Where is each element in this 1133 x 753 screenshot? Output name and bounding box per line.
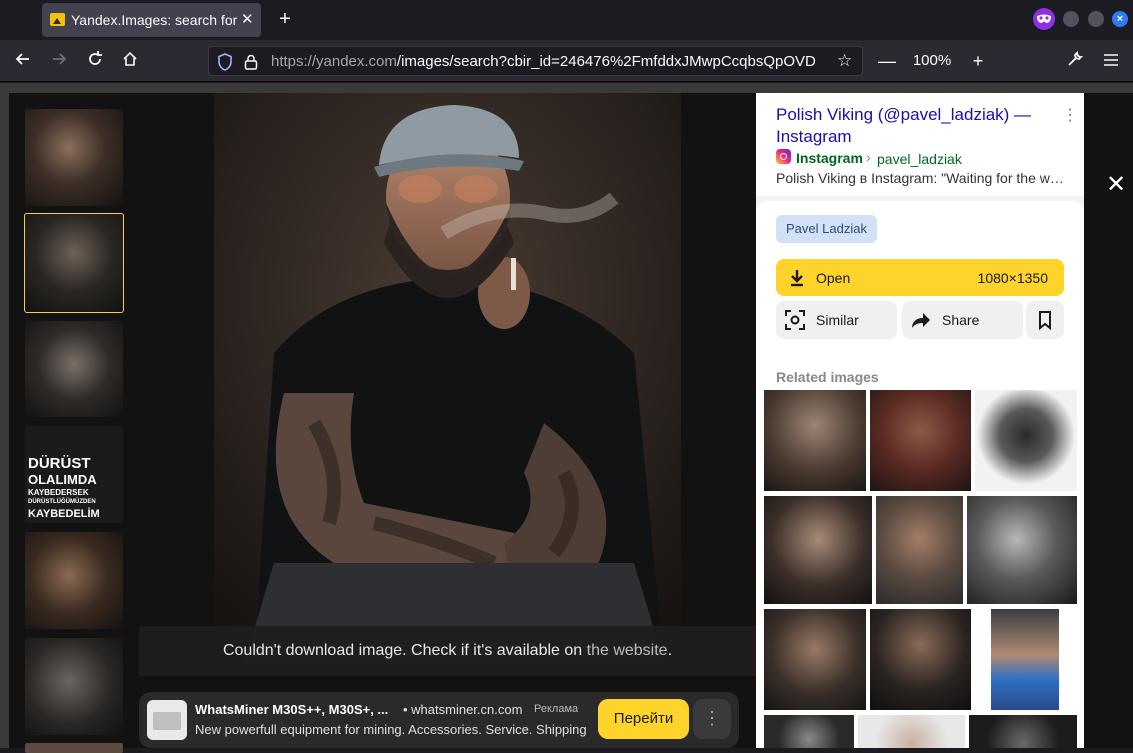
main-image[interactable] <box>214 93 681 663</box>
close-viewer-icon[interactable]: ✕ <box>1104 173 1128 197</box>
source-title-link[interactable]: Polish Viking (@pavel_ladziak) — Instagr… <box>776 104 1056 148</box>
wrench-icon[interactable] <box>1064 50 1086 72</box>
download-icon <box>791 270 803 287</box>
similar-label: Similar <box>816 312 859 328</box>
url-text[interactable]: https://yandex.com/images/search?cbir_id… <box>271 53 829 70</box>
instagram-icon <box>776 149 791 164</box>
star-icon[interactable]: ☆ <box>837 51 852 71</box>
zoom-out-button[interactable]: — <box>876 50 898 72</box>
tab-bar: Yandex.Images: search for ✕ + × <box>0 0 1133 40</box>
breadcrumb-separator: › <box>866 149 871 165</box>
tab-title: Yandex.Images: search for <box>71 12 238 28</box>
forward-icon[interactable] <box>48 50 70 72</box>
thumbnail-1[interactable] <box>25 109 123 206</box>
thumb-text-line-3: KAYBEDERSEK <box>28 488 89 497</box>
page-background: DÜRÜST OLALIMDA KAYBEDERSEK DÜRÜSTLÜĞÜMÜ… <box>0 83 1133 753</box>
share-button[interactable]: Share <box>902 301 1023 339</box>
ad-description: New powerfull equipment for mining. Acce… <box>195 722 587 737</box>
minimize-button[interactable] <box>1063 11 1079 27</box>
ad-more-options-icon[interactable]: ⋮ <box>693 699 731 739</box>
more-options-icon[interactable]: ⋮ <box>1062 105 1078 125</box>
error-text: Couldn't download image. Check if it's a… <box>222 642 583 659</box>
thumbnail-4[interactable]: DÜRÜST OLALIMDA KAYBEDERSEK DÜRÜSTLÜĞÜMÜ… <box>25 426 123 523</box>
open-label: Open <box>816 270 851 286</box>
source-snippet: Polish Viking в Instagram: "Waiting for … <box>776 170 1068 186</box>
related-image-5[interactable] <box>876 496 963 604</box>
thumbnail-7[interactable] <box>25 743 123 753</box>
related-image-7[interactable] <box>764 609 866 710</box>
source-header: Polish Viking (@pavel_ladziak) — Instagr… <box>756 93 1084 196</box>
ad-label: Реклама <box>534 703 579 715</box>
related-image-4[interactable] <box>764 496 872 604</box>
image-size: 1080×1350 <box>977 270 1048 286</box>
related-image-6[interactable] <box>967 496 1077 604</box>
error-suffix: . <box>667 642 673 659</box>
bookmark-button[interactable] <box>1026 301 1064 339</box>
source-username[interactable]: pavel_ladziak <box>877 151 962 167</box>
related-image-2[interactable] <box>870 390 971 491</box>
address-bar[interactable]: https://yandex.com/images/search?cbir_id… <box>208 46 863 76</box>
thumbnail-3[interactable] <box>25 321 123 417</box>
ad-card[interactable]: WhatsMiner M30S++, M30S+, ... • whatsmin… <box>139 692 739 748</box>
zoom-level[interactable]: 100% <box>906 52 958 69</box>
image-info-panel: Polish Viking (@pavel_ladziak) — Instagr… <box>756 93 1084 748</box>
similar-scan-icon <box>785 310 805 330</box>
related-image-3[interactable] <box>975 390 1077 491</box>
share-arrow-icon <box>912 313 930 328</box>
related-image-10[interactable] <box>764 715 854 748</box>
home-icon[interactable] <box>119 50 141 72</box>
reload-icon[interactable] <box>84 50 106 72</box>
download-error-banner: Couldn't download image. Check if it's a… <box>139 626 756 676</box>
back-icon[interactable] <box>12 50 34 72</box>
browser-tab[interactable]: Yandex.Images: search for ✕ <box>42 3 261 37</box>
thumbnail-6[interactable] <box>25 638 123 735</box>
open-image-button[interactable]: Open 1080×1350 <box>776 259 1064 296</box>
share-label: Share <box>942 312 980 328</box>
thumb-text-line-1: DÜRÜST <box>28 455 91 472</box>
zoom-in-button[interactable]: + <box>967 50 989 72</box>
thumbnail-2-selected[interactable] <box>24 213 124 313</box>
navigation-toolbar: https://yandex.com/images/search?cbir_id… <box>0 40 1133 82</box>
tag-chip[interactable]: Pavel Ladziak <box>776 215 877 243</box>
related-image-9[interactable] <box>991 609 1059 710</box>
thumbnail-strip: DÜRÜST OLALIMDA KAYBEDERSEK DÜRÜSTLÜĞÜMÜ… <box>9 93 139 753</box>
private-mask-icon <box>1033 8 1055 30</box>
hamburger-menu-icon[interactable] <box>1100 50 1122 72</box>
related-image-11[interactable] <box>858 715 965 748</box>
new-tab-button[interactable]: + <box>274 7 296 31</box>
related-image-8[interactable] <box>870 609 971 710</box>
shield-icon[interactable] <box>217 53 233 71</box>
related-image-1[interactable] <box>764 390 866 491</box>
bookmark-icon <box>1039 311 1051 331</box>
similar-button[interactable]: Similar <box>776 301 897 339</box>
ad-go-button[interactable]: Перейти <box>598 699 689 739</box>
thumb-text-line-2: OLALIMDA <box>28 472 97 487</box>
thumb-text-line-4: DÜRÜSTLÜĞÜMÜZDEN <box>28 499 96 505</box>
ad-title[interactable]: WhatsMiner M30S++, M30S+, ... <box>195 702 395 717</box>
thumbnail-5[interactable] <box>25 532 123 629</box>
url-host: https://yandex.com <box>271 53 397 70</box>
ad-product-image <box>147 700 187 740</box>
website-link[interactable]: the website <box>587 642 668 659</box>
thumb-text-line-5: KAYBEDELİM <box>28 508 100 520</box>
window-close-button[interactable]: × <box>1112 11 1128 27</box>
related-image-12[interactable] <box>969 715 1077 748</box>
related-images-heading: Related images <box>776 369 879 385</box>
url-path: /images/search?cbir_id=246476%2FmfddxJMw… <box>396 53 816 70</box>
maximize-button[interactable] <box>1088 11 1104 27</box>
tab-close-icon[interactable]: ✕ <box>241 10 254 28</box>
ad-domain[interactable]: • whatsminer.cn.com <box>403 702 522 717</box>
yandex-images-favicon <box>50 13 65 26</box>
lock-icon[interactable] <box>243 53 259 71</box>
source-site[interactable]: Instagram <box>796 150 863 166</box>
